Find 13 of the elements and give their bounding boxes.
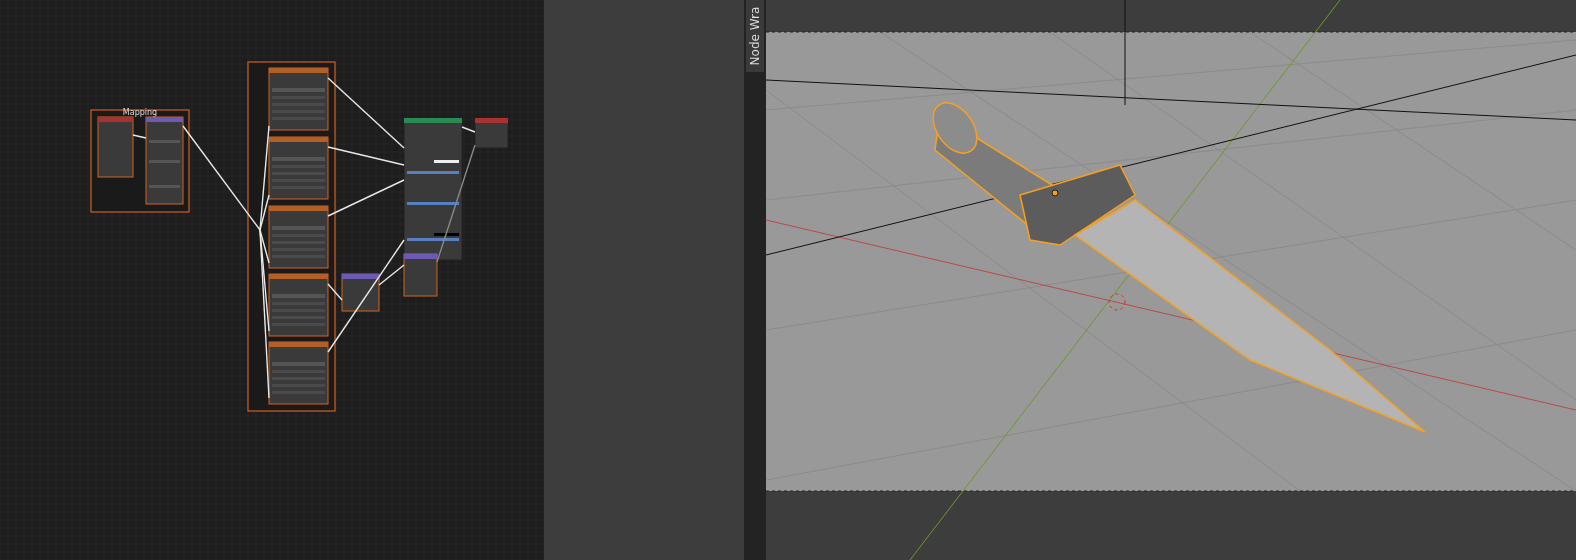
sidebar-tab[interactable]: Node Wra (746, 0, 764, 72)
image-texture-node[interactable] (268, 205, 329, 269)
shader-node[interactable] (403, 117, 463, 261)
image-texture-node[interactable] (268, 341, 329, 405)
image-texture-node[interactable] (268, 67, 329, 131)
shader-node[interactable] (97, 116, 134, 178)
image-texture-node[interactable] (268, 273, 329, 337)
shader-node[interactable] (474, 117, 509, 149)
shader-node[interactable] (145, 116, 184, 205)
image-texture-node[interactable] (268, 136, 329, 200)
shader-node[interactable] (341, 273, 380, 312)
frame-label: Mapping (122, 108, 158, 117)
shader-node[interactable] (403, 253, 438, 297)
